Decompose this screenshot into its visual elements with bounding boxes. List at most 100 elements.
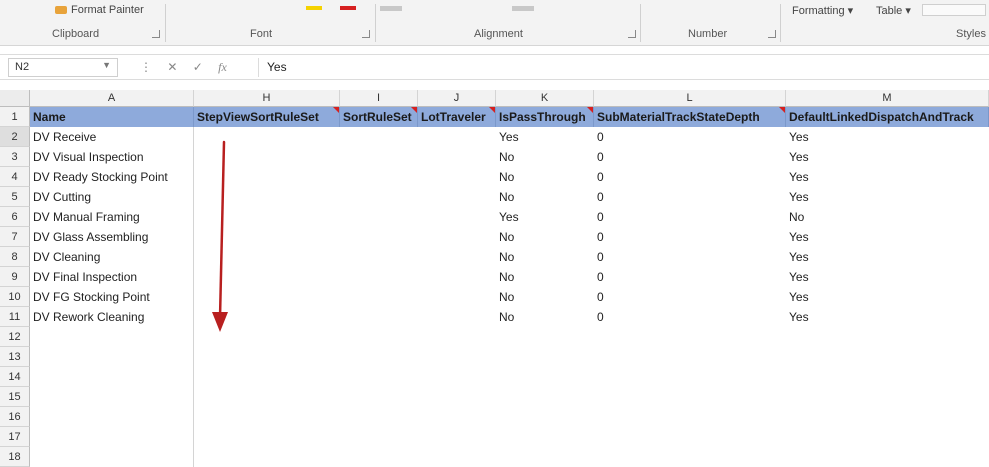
cell-name[interactable]: DV Receive [30,127,194,147]
conditional-formatting-button[interactable]: Formatting ▾ [792,4,853,17]
align-icon[interactable] [380,6,402,11]
cell-depth[interactable]: 0 [594,267,786,287]
row-header[interactable]: 9 [0,267,30,287]
cell-ispassthrough[interactable]: No [496,267,594,287]
cell-linked[interactable]: Yes [786,147,989,167]
row-header[interactable]: 17 [0,427,30,447]
row-header[interactable]: 7 [0,227,30,247]
cell-depth[interactable]: 0 [594,207,786,227]
cell-depth[interactable]: 0 [594,167,786,187]
row-header[interactable]: 10 [0,287,30,307]
group-separator [165,4,166,42]
clipboard-launcher-icon[interactable] [152,30,160,38]
formula-bar-icons: ⋮ ✕ ✓ fx [140,60,239,75]
cell-name[interactable]: DV FG Stocking Point [30,287,194,307]
cell-linked[interactable]: Yes [786,227,989,247]
more-icon: ⋮ [140,60,152,74]
cell-depth[interactable]: 0 [594,247,786,267]
header-cell-sortruleset[interactable]: SortRuleSet [340,107,418,127]
font-launcher-icon[interactable] [362,30,370,38]
row-header[interactable]: 2 [0,127,30,147]
cell-depth[interactable]: 0 [594,147,786,167]
column-header-l[interactable]: L [594,90,786,107]
insert-function-icon[interactable]: fx [218,60,227,74]
cell-name[interactable]: DV Rework Cleaning [30,307,194,327]
cell-name[interactable]: DV Ready Stocking Point [30,167,194,187]
wrap-text-icon[interactable] [512,6,534,11]
cell-name[interactable]: DV Cutting [30,187,194,207]
cell-linked[interactable]: Yes [786,307,989,327]
cell-styles-gallery[interactable] [922,4,986,16]
name-box[interactable]: N2 ▼ [8,58,118,77]
cell-linked[interactable]: Yes [786,247,989,267]
group-separator [640,4,641,42]
cell-linked[interactable]: No [786,207,989,227]
cell-depth[interactable]: 0 [594,287,786,307]
cell-linked[interactable]: Yes [786,267,989,287]
cell-ispassthrough[interactable]: No [496,307,594,327]
column-header-a[interactable]: A [30,90,194,107]
cell-linked[interactable]: Yes [786,187,989,207]
header-cell-stepviewsortruleset[interactable]: StepViewSortRuleSet [194,107,340,127]
row-header[interactable]: 14 [0,367,30,387]
comment-indicator-icon [411,107,417,113]
row-header[interactable]: 11 [0,307,30,327]
cell-ispassthrough[interactable]: No [496,147,594,167]
chevron-down-icon[interactable]: ▼ [102,60,111,70]
cell-ispassthrough[interactable]: No [496,187,594,207]
cell-depth[interactable]: 0 [594,307,786,327]
cell-name[interactable]: DV Final Inspection [30,267,194,287]
header-cell-submaterialtrackstatedepth[interactable]: SubMaterialTrackStateDepth [594,107,786,127]
font-color-icon[interactable] [340,6,356,10]
row-header[interactable]: 5 [0,187,30,207]
row-header[interactable]: 15 [0,387,30,407]
cell-ispassthrough[interactable]: No [496,227,594,247]
formula-bar: N2 ▼ ⋮ ✕ ✓ fx Yes [0,54,989,80]
row-header[interactable]: 3 [0,147,30,167]
format-painter-button[interactable]: Format Painter [55,4,144,16]
row-header[interactable]: 4 [0,167,30,187]
cell-depth[interactable]: 0 [594,227,786,247]
row-header[interactable]: 13 [0,347,30,367]
cell-depth[interactable]: 0 [594,127,786,147]
header-cell-ispassthrough[interactable]: IsPassThrough [496,107,594,127]
row-header[interactable]: 1 [0,107,30,127]
select-all-corner[interactable] [0,90,30,107]
enter-icon[interactable]: ✓ [193,60,203,74]
row-header[interactable]: 6 [0,207,30,227]
cell-name[interactable]: DV Visual Inspection [30,147,194,167]
header-cell-defaultlinkeddispatchandtrack[interactable]: DefaultLinkedDispatchAndTrack [786,107,989,127]
header-cell-name[interactable]: Name [30,107,194,127]
cancel-icon[interactable]: ✕ [167,60,177,74]
cell-linked[interactable]: Yes [786,287,989,307]
header-cell-lottraveler[interactable]: LotTraveler [418,107,496,127]
cell-depth[interactable]: 0 [594,187,786,207]
cell-name[interactable]: DV Cleaning [30,247,194,267]
cell-ispassthrough[interactable]: No [496,167,594,187]
row-header[interactable]: 12 [0,327,30,347]
column-header-k[interactable]: K [496,90,594,107]
header-cell-text: LotTraveler [421,110,486,124]
cell-name[interactable]: DV Glass Assembling [30,227,194,247]
number-launcher-icon[interactable] [768,30,776,38]
row-header[interactable]: 8 [0,247,30,267]
cell-ispassthrough[interactable]: Yes [496,207,594,227]
row-header[interactable]: 16 [0,407,30,427]
format-as-table-button[interactable]: Table ▾ [876,4,911,17]
cell-ispassthrough[interactable]: Yes [496,127,594,147]
column-header-m[interactable]: M [786,90,989,107]
formula-input[interactable]: Yes [258,58,989,77]
row-header[interactable]: 18 [0,447,30,467]
group-label-font: Font [250,28,273,40]
column-header-i[interactable]: I [340,90,418,107]
alignment-launcher-icon[interactable] [628,30,636,38]
column-header-j[interactable]: J [418,90,496,107]
cell-linked[interactable]: Yes [786,167,989,187]
highlight-color-icon[interactable] [306,6,322,10]
cell-name[interactable]: DV Manual Framing [30,207,194,227]
column-header-h[interactable]: H [194,90,340,107]
comment-indicator-icon [333,107,339,113]
cell-linked[interactable]: Yes [786,127,989,147]
cell-ispassthrough[interactable]: No [496,287,594,307]
cell-ispassthrough[interactable]: No [496,247,594,267]
